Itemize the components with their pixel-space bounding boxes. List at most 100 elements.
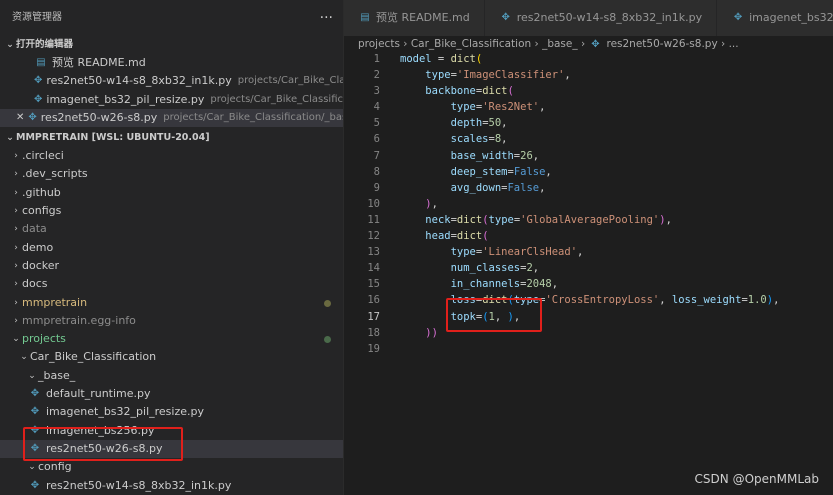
- code-view[interactable]: 1 model = dict( 2 type='ImageClassifier',…: [344, 51, 833, 357]
- line-number: 12: [367, 230, 380, 243]
- code-line: 1 model = dict(: [344, 51, 833, 67]
- highlight-box: [23, 427, 183, 461]
- code-line: 15 in_channels=2048,: [344, 276, 833, 292]
- code-line: 18 )): [344, 325, 833, 341]
- chevron-down-icon: ⌄: [28, 370, 36, 381]
- chevron-right-icon: ›: [14, 224, 18, 235]
- breadcrumb-item[interactable]: res2net50-w26-s8.py: [606, 38, 717, 50]
- code-token: neck: [425, 213, 451, 226]
- tree-folder[interactable]: › mmpretrain: [0, 294, 343, 312]
- code-token: avg_down: [450, 181, 502, 194]
- code-token: backbone: [425, 85, 476, 98]
- code-token: (: [507, 85, 514, 98]
- code-token: (: [482, 230, 489, 243]
- tab-label: res2net50-w14-s8_8xb32_in1k.py: [516, 11, 703, 24]
- markdown-preview-icon: ▤: [36, 57, 46, 68]
- line-number: 18: [367, 326, 380, 339]
- line-number: 4: [373, 101, 380, 114]
- open-editor-item[interactable]: ✥ imagenet_bs32_pil_resize.py projects/C…: [0, 91, 343, 109]
- breadcrumb-item[interactable]: ...: [729, 38, 739, 50]
- tab-imagenet-bs32[interactable]: ✥ imagenet_bs32_pil_resize: [717, 0, 833, 36]
- ellipsis-icon[interactable]: ···: [320, 0, 333, 36]
- tree-folder[interactable]: › docker: [0, 257, 343, 275]
- chevron-right-icon: ›: [14, 315, 18, 326]
- code-line-current: 17 topk=(1, ),: [344, 309, 833, 325]
- markdown-preview-icon: ▤: [360, 12, 370, 23]
- code-line: 19: [344, 341, 833, 357]
- chevron-down-icon: ⌄: [6, 40, 14, 50]
- open-editor-item-active[interactable]: ✕ ✥ res2net50-w26-s8.py projects/Car_Bik…: [0, 108, 343, 128]
- line-number: 6: [373, 133, 380, 146]
- tree-folder[interactable]: › demo: [0, 239, 343, 257]
- chevron-right-icon: ›: [14, 151, 18, 162]
- open-editor-item[interactable]: ▤ 预览 README.md: [0, 54, 343, 72]
- tree-folder-open[interactable]: ⌄ _base_: [0, 367, 343, 385]
- code-token: model: [400, 53, 432, 65]
- tree-folder[interactable]: › docs: [0, 275, 343, 293]
- code-token: loss_weight: [671, 294, 742, 307]
- code-token: type: [450, 246, 476, 259]
- chevron-right-icon: ›: [580, 38, 589, 50]
- code-token: False: [507, 181, 540, 194]
- line-number: 7: [373, 149, 380, 162]
- code-token: dict: [450, 53, 476, 65]
- tree-folder[interactable]: › .circleci: [0, 147, 343, 165]
- chevron-right-icon: ›: [721, 38, 729, 50]
- code-token: 'CrossEntropyLoss': [545, 294, 660, 307]
- python-file-icon: ✥: [501, 12, 510, 23]
- code-token: 26: [520, 149, 533, 162]
- python-file-icon: ✥: [28, 111, 37, 123]
- workspace-section[interactable]: ⌄ MMPRETRAIN [WSL: UBUNTU-20.04]: [0, 129, 343, 147]
- line-number: 13: [367, 246, 380, 259]
- python-file-icon: ✥: [34, 93, 43, 105]
- folder-label: Car_Bike_Classification: [30, 350, 157, 364]
- line-number: 19: [367, 342, 380, 355]
- close-icon[interactable]: ✕: [16, 109, 24, 127]
- breadcrumb-item[interactable]: Car_Bike_Classification: [411, 38, 531, 50]
- tree-folder-open[interactable]: ⌄ projects: [0, 330, 343, 348]
- chevron-right-icon: ›: [14, 187, 18, 198]
- open-editor-item[interactable]: ✥ res2net50-w14-s8_8xb32_in1k.py project…: [0, 72, 343, 90]
- code-token: 2048: [526, 278, 552, 291]
- tree-file[interactable]: ✥ imagenet_bs32_pil_resize.py: [0, 403, 343, 421]
- open-editor-path: projects/Car_Bike_Classification/_...: [210, 93, 344, 105]
- tree-file[interactable]: ✥ res2net50-w14-s8_8xb32_in1k.py: [0, 477, 343, 495]
- tree-folder[interactable]: › data: [0, 220, 343, 238]
- modified-dot: [324, 336, 331, 344]
- breadcrumb-item[interactable]: _base_: [542, 38, 578, 50]
- tab-readme-preview[interactable]: ▤ 预览 README.md: [344, 0, 485, 36]
- explorer-header: 资源管理器 ···: [0, 0, 343, 36]
- tree-folder[interactable]: › mmpretrain.egg-info: [0, 312, 343, 330]
- folder-label: demo: [22, 240, 54, 254]
- code-token: 1.0: [747, 294, 767, 307]
- code-token: in_channels: [450, 278, 521, 291]
- tab-label: imagenet_bs32_pil_resize: [749, 11, 833, 24]
- tree-folder[interactable]: › .dev_scripts: [0, 165, 343, 183]
- code-line: 8 deep_stem=False,: [344, 164, 833, 180]
- code-token: (: [475, 53, 483, 65]
- code-line: 16 loss=dict(type='CrossEntropyLoss', lo…: [344, 292, 833, 308]
- code-line: 6 scales=8,: [344, 131, 833, 147]
- tab-res2net50-w14[interactable]: ✥ res2net50-w14-s8_8xb32_in1k.py: [484, 0, 718, 36]
- folder-label: data: [22, 222, 47, 236]
- folder-label: .github: [22, 185, 61, 199]
- code-token: 50: [488, 117, 502, 130]
- folder-label: mmpretrain: [22, 295, 88, 309]
- tree-file[interactable]: ✥ default_runtime.py: [0, 385, 343, 403]
- code-token: 'GlobalAveragePooling': [520, 213, 660, 226]
- code-token: =: [431, 53, 451, 65]
- tree-folder-open[interactable]: ⌄ Car_Bike_Classification: [0, 348, 343, 366]
- explorer-sidebar: 资源管理器 ··· ⌄ 打开的编辑器 ▤ 预览 README.md ✥ res2…: [0, 0, 344, 495]
- tree-folder[interactable]: › configs: [0, 202, 343, 220]
- tree-folder[interactable]: › .github: [0, 184, 343, 202]
- code-token: type: [450, 101, 476, 114]
- code-line: 2 type='ImageClassifier',: [344, 67, 833, 83]
- line-number: 2: [373, 69, 380, 82]
- folder-label: docker: [22, 258, 60, 272]
- breadcrumb-item[interactable]: projects: [358, 38, 400, 50]
- open-editor-name: 预览 README.md: [52, 56, 146, 69]
- workspace-label: MMPRETRAIN [WSL: UBUNTU-20.04]: [16, 132, 210, 144]
- code-token: deep_stem: [450, 165, 508, 178]
- folder-label: _base_: [38, 368, 76, 382]
- open-editors-section[interactable]: ⌄ 打开的编辑器: [0, 36, 343, 54]
